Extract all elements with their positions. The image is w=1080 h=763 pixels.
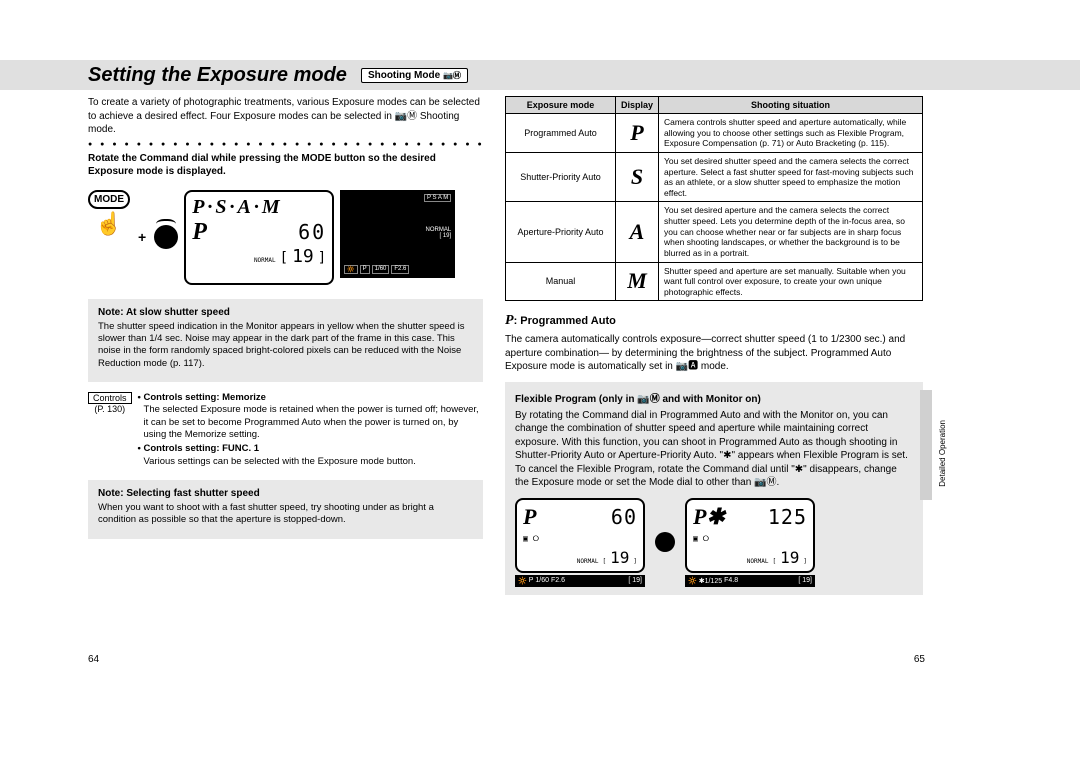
cell-display: M	[616, 262, 659, 301]
cell-situation: Shutter speed and aperture are set manua…	[659, 262, 923, 301]
lcd-count: 19	[292, 246, 314, 267]
th-display: Display	[616, 97, 659, 114]
note1-title: Note: At slow shutter speed	[98, 307, 473, 318]
note1-body: The shutter speed indication in the Moni…	[98, 321, 473, 370]
cell-mode: Shutter-Priority Auto	[506, 152, 616, 202]
flex-body: By rotating the Command dial in Programm…	[515, 409, 913, 490]
th-situation: Shooting situation	[659, 97, 923, 114]
intro-text: To create a variety of photographic trea…	[88, 96, 483, 137]
note-fast-shutter: Note: Selecting fast shutter speed When …	[88, 480, 483, 539]
cell-situation: You set desired shutter speed and the ca…	[659, 152, 923, 202]
lcd-normal: NORMAL	[254, 257, 276, 264]
shooting-mode-tag: Shooting Mode 📷Ⓜ	[361, 68, 468, 83]
note2-body: When you want to shoot with a fast shutt…	[98, 502, 473, 527]
plus-icon: +	[136, 229, 148, 245]
monitor-after: 🔆✱1/125F4.8[ 19]	[685, 575, 815, 587]
cell-display: S	[616, 152, 659, 202]
lcd-after-group: P✱125 ▣ ⭘ NORMAL[19] 🔆✱1/125F4.8[ 19]	[685, 498, 815, 587]
mode-button-icon: MODE	[88, 190, 130, 209]
flexible-program-box: Flexible Program (only in 📷Ⓜ and with Mo…	[505, 382, 923, 595]
table-row: Manual M Shutter speed and aperture are …	[506, 262, 923, 301]
command-dial-icon	[154, 225, 178, 249]
cell-situation: Camera controls shutter speed and apertu…	[659, 114, 923, 153]
side-label: Detailed Operation	[938, 420, 947, 487]
dial-icon	[655, 532, 675, 552]
cell-mode: Aperture-Priority Auto	[506, 202, 616, 262]
table-row: Programmed Auto P Camera controls shutte…	[506, 114, 923, 153]
mode-diagram: MODE ☝ + P·S·A·M P 60 NORMAL [ 19 ] P S …	[88, 190, 483, 285]
cell-situation: You set desired aperture and the camera …	[659, 202, 923, 262]
lcd-psam: P·S·A·M	[192, 196, 326, 219]
table-row: Shutter-Priority Auto S You set desired …	[506, 152, 923, 202]
controls-item-memorize: • Controls setting: MemorizeThe selected…	[138, 392, 483, 441]
controls-item-func1: • Controls setting: FUNC. 1Various setti…	[138, 443, 483, 468]
monitor-preview: P S A M NORMAL [ 19] 🔆 P 1/60 F2.6	[340, 190, 455, 278]
lcd-after: P✱125 ▣ ⭘ NORMAL[19]	[685, 498, 815, 573]
note2-title: Note: Selecting fast shutter speed	[98, 488, 473, 499]
monitor-before: 🔆P1/60F2.6[ 19]	[515, 575, 645, 587]
monitor-psam: P S A M	[424, 194, 451, 202]
mon-b0: 🔆	[344, 265, 357, 274]
side-tab	[920, 390, 932, 500]
title-bar: Setting the Exposure mode Shooting Mode …	[0, 60, 1080, 90]
page-num-right: 65	[914, 654, 925, 665]
programmed-auto-body: The camera automatically controls exposu…	[505, 333, 923, 374]
note-slow-shutter: Note: At slow shutter speed The shutter …	[88, 299, 483, 382]
th-mode: Exposure mode	[506, 97, 616, 114]
monitor-count: [ 19]	[344, 233, 451, 239]
instruction-text: Rotate the Command dial while pressing t…	[88, 152, 483, 178]
controls-page-ref: (P. 130)	[88, 404, 132, 414]
lcd-mode-p: P	[192, 219, 207, 246]
left-column: To create a variety of photographic trea…	[88, 96, 483, 549]
lcd-speed: 60	[298, 220, 326, 244]
lcd-before-group: P60 ▣ ⭘ NORMAL[19] 🔆P1/60F2.6[ 19]	[515, 498, 645, 587]
cell-display: P	[616, 114, 659, 153]
controls-button: Controls	[88, 392, 132, 404]
cell-mode: Manual	[506, 262, 616, 301]
table-row: Aperture-Priority Auto A You set desired…	[506, 202, 923, 262]
lcd-panel: P·S·A·M P 60 NORMAL [ 19 ]	[184, 190, 334, 285]
mon-b1: P	[360, 265, 370, 274]
cell-display: A	[616, 202, 659, 262]
page-title: Setting the Exposure mode	[88, 64, 347, 87]
controls-section: Controls (P. 130) • Controls setting: Me…	[88, 392, 483, 470]
lcd-before: P60 ▣ ⭘ NORMAL[19]	[515, 498, 645, 573]
mon-b2: 1/60	[372, 265, 390, 274]
cell-mode: Programmed Auto	[506, 114, 616, 153]
page-num-left: 64	[88, 654, 99, 665]
right-column: Exposure mode Display Shooting situation…	[505, 96, 923, 595]
hand-icon: ☝	[88, 213, 130, 235]
exposure-modes-table: Exposure mode Display Shooting situation…	[505, 96, 923, 301]
programmed-auto-heading: P: Programmed Auto	[505, 313, 923, 329]
flex-title: Flexible Program (only in 📷Ⓜ and with Mo…	[515, 390, 913, 405]
mon-b3: F2.6	[391, 265, 409, 274]
divider-dots: ● ● ● ● ● ● ● ● ● ● ● ● ● ● ● ● ● ● ● ● …	[88, 141, 483, 148]
